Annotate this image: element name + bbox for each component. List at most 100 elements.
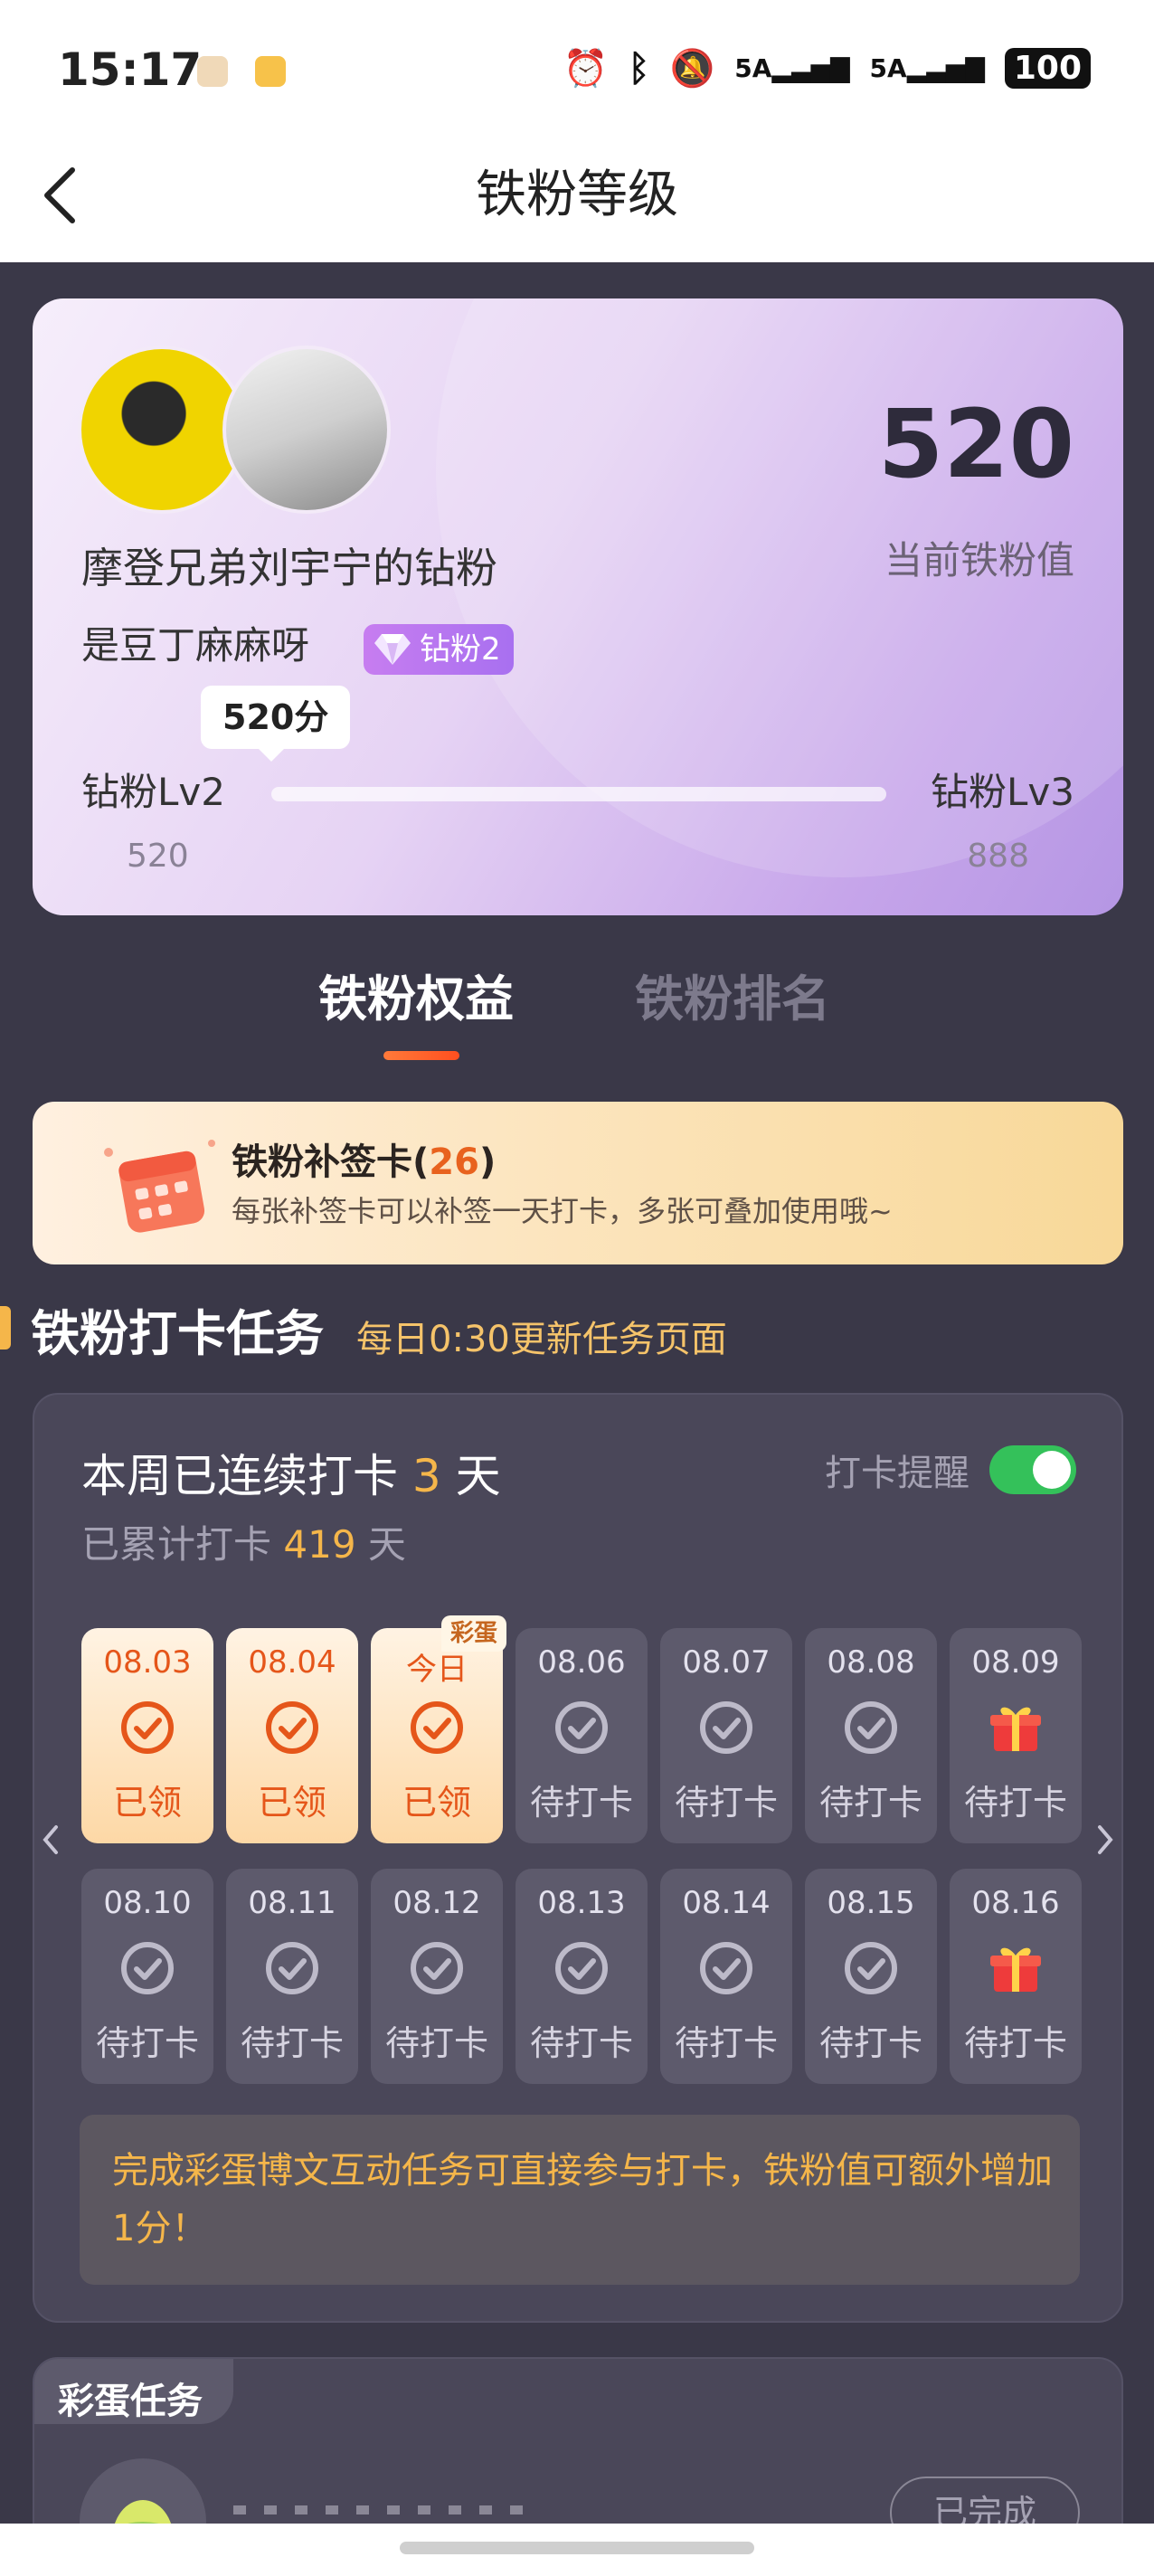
level-next-value: 888	[967, 838, 1029, 875]
back-arrow-icon[interactable]	[36, 159, 90, 232]
section-subtitle: 每日0:30更新任务页面	[356, 1319, 727, 1360]
section-title: 铁粉打卡任务	[31, 1305, 324, 1362]
status-icons: ⏰ ᛒ 🔕 5A▂▃▅▇ 5A▂▃▅▇ 100	[563, 47, 1091, 90]
battery-icon: 100	[1004, 48, 1091, 89]
checkin-day-date: 08.08	[827, 1644, 915, 1681]
checkin-day-status: 待打卡	[529, 2023, 633, 2063]
check-circle-icon	[263, 1699, 321, 1757]
checkin-day-4[interactable]: 08.06 待打卡	[516, 1628, 648, 1843]
check-circle-icon	[553, 1699, 610, 1757]
home-indicator[interactable]	[400, 2542, 754, 2554]
gift-icon	[987, 1699, 1045, 1757]
checkin-day-status: 待打卡	[674, 2023, 778, 2063]
reminder-label: 打卡提醒	[825, 1453, 970, 1494]
checkin-day-status: 待打卡	[240, 2023, 344, 2063]
check-circle-icon	[697, 1939, 755, 1997]
checkin-day-8[interactable]: 08.10 待打卡	[81, 1869, 213, 2084]
fan-level-card: 摩登兄弟刘宇宁的钻粉 是豆丁麻麻呀 钻粉2 520 当前铁粉值 520分 钻粉L…	[33, 298, 1123, 915]
active-tab-indicator	[383, 1051, 459, 1060]
mute-icon: 🔕	[669, 48, 715, 90]
egg-tip-box: 完成彩蛋博文互动任务可直接参与打卡，铁粉值可额外增加1分！	[80, 2115, 1080, 2285]
user-name: 是豆丁麻麻呀	[81, 623, 310, 668]
page-title: 铁粉等级	[476, 166, 678, 224]
fan-score-label: 当前铁粉值	[884, 538, 1074, 582]
calendar-icon	[104, 1140, 215, 1233]
chevron-right-icon[interactable]	[1091, 1820, 1118, 1860]
fan-badge: 钻粉2	[364, 624, 514, 675]
alarm-icon: ⏰	[563, 48, 609, 90]
reminder-toggle[interactable]	[989, 1445, 1076, 1494]
egg-task-title: 彩蛋任务	[58, 2381, 203, 2422]
level-next: 钻粉Lv3	[931, 770, 1074, 814]
score-bubble: 520分	[201, 686, 351, 762]
check-circle-icon	[263, 1939, 321, 1997]
toggle-knob	[1033, 1451, 1071, 1489]
checkin-day-status: 待打卡	[963, 1783, 1067, 1823]
checkin-day-6[interactable]: 08.08 待打卡	[805, 1628, 937, 1843]
checkin-day-3[interactable]: 今日 已领 彩蛋	[371, 1615, 506, 1843]
weibo-notification-icon	[255, 56, 286, 87]
checkin-day-status: 已领	[257, 1783, 326, 1823]
check-circle-icon	[553, 1939, 610, 1997]
checkin-day-date: 08.13	[537, 1885, 626, 1921]
checkin-day-status: 待打卡	[818, 1783, 922, 1823]
diamond-icon	[374, 634, 411, 665]
status-bar: 15:17 ⏰ ᛒ 🔕 5A▂▃▅▇ 5A▂▃▅▇ 100	[0, 0, 1154, 145]
fan-title: 摩登兄弟刘宇宁的钻粉	[81, 544, 497, 592]
checkin-day-date: 08.15	[827, 1885, 915, 1921]
checkin-day-date: 08.09	[971, 1644, 1060, 1681]
signal-2-icon: 5A▂▃▅▇	[869, 53, 985, 83]
bluetooth-icon: ᛒ	[628, 47, 650, 90]
check-circle-icon	[842, 1939, 900, 1997]
checkin-day-date: 08.06	[537, 1644, 626, 1681]
makeup-card-title: 铁粉补签卡(26)	[232, 1141, 497, 1183]
checkin-day-14[interactable]: 08.16 待打卡	[950, 1869, 1082, 2084]
checkin-day-10[interactable]: 08.12 待打卡	[371, 1869, 503, 2084]
idol-avatar[interactable]	[78, 346, 246, 514]
signal-1-icon: 5A▂▃▅▇	[734, 53, 850, 83]
checkin-day-1[interactable]: 08.03 已领	[81, 1628, 213, 1843]
app-notification-icon	[197, 56, 228, 87]
checkin-card: 本周已连续打卡 3 天 已累计打卡 419 天 打卡提醒 08.03 已领 08.0…	[33, 1393, 1123, 2323]
checkin-day-9[interactable]: 08.11 待打卡	[226, 1869, 358, 2084]
checkin-day-status: 已领	[112, 1783, 182, 1823]
level-current: 钻粉Lv2	[81, 770, 225, 814]
checkin-day-status: 待打卡	[674, 1783, 778, 1823]
user-avatar[interactable]	[222, 346, 391, 514]
checkin-day-date: 08.11	[248, 1885, 336, 1921]
fan-badge-label: 钻粉2	[420, 631, 501, 668]
egg-tag: 彩蛋	[440, 1615, 506, 1652]
check-circle-icon	[842, 1699, 900, 1757]
fan-score: 520	[877, 389, 1074, 499]
tab-fan-benefits[interactable]: 铁粉权益	[318, 968, 514, 1031]
checkin-day-7[interactable]: 08.09 待打卡	[950, 1628, 1082, 1843]
checkin-day-status: 已领	[402, 1783, 471, 1823]
checkin-day-2[interactable]: 08.04 已领	[226, 1628, 358, 1843]
check-circle-icon	[697, 1699, 755, 1757]
checkin-day-date: 08.04	[248, 1644, 336, 1681]
checkin-day-12[interactable]: 08.14 待打卡	[660, 1869, 792, 2084]
checkin-day-date: 08.10	[103, 1885, 192, 1921]
total-days: 419	[283, 1522, 356, 1567]
checkin-day-status: 待打卡	[963, 2023, 1067, 2063]
checkin-day-13[interactable]: 08.15 待打卡	[805, 1869, 937, 2084]
checkin-day-status: 待打卡	[818, 2023, 922, 2063]
check-circle-icon	[118, 1939, 176, 1997]
level-progress-bar	[271, 787, 886, 801]
egg-task-text-placeholder	[233, 2505, 523, 2514]
checkin-day-date: 08.16	[971, 1885, 1060, 1921]
streak-text: 本周已连续打卡 3 天	[81, 1450, 501, 1502]
makeup-card-banner[interactable]: 铁粉补签卡(26) 每张补签卡可以补签一天打卡，多张可叠加使用哦~	[33, 1102, 1123, 1264]
checkin-day-status: 待打卡	[384, 2023, 488, 2063]
level-current-value: 520	[127, 838, 189, 875]
tab-fan-ranking[interactable]: 铁粉排名	[635, 968, 830, 1031]
checkin-day-date: 08.07	[682, 1644, 771, 1681]
chevron-left-icon[interactable]	[38, 1820, 65, 1860]
checkin-day-5[interactable]: 08.07 待打卡	[660, 1628, 792, 1843]
total-checkin-text: 已累计打卡 419 天	[81, 1522, 406, 1567]
makeup-card-desc: 每张补签卡可以补签一天打卡，多张可叠加使用哦~	[232, 1194, 893, 1228]
gift-icon	[987, 1939, 1045, 1997]
checkin-day-11[interactable]: 08.13 待打卡	[516, 1869, 648, 2084]
checkin-day-status: 待打卡	[95, 2023, 199, 2063]
checkin-day-date: 08.14	[682, 1885, 771, 1921]
